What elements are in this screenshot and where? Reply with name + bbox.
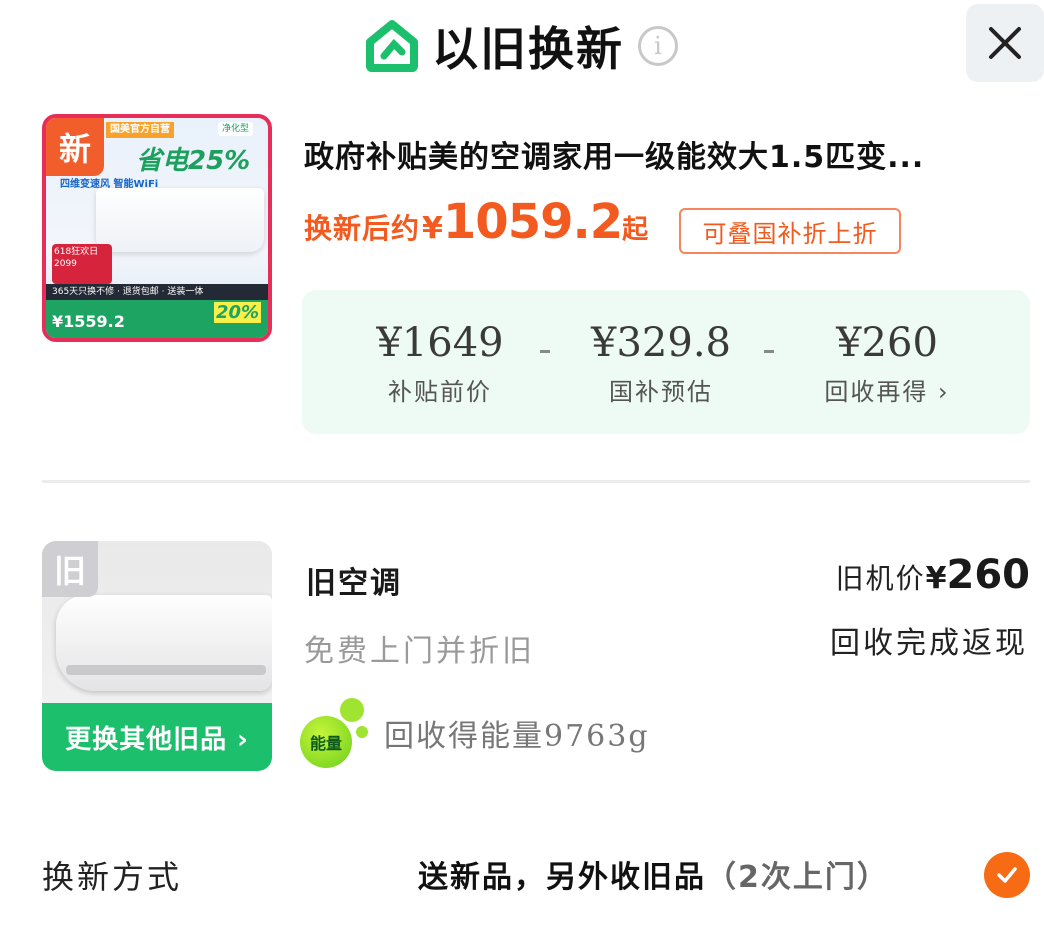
new-product-title[interactable]: 政府补贴美的空调家用一级能效大1.5匹变... [304, 132, 924, 176]
trade-in-price: 换新后约 ¥ 1059.2 起 [304, 194, 648, 254]
title-group: 以旧换新 i [364, 14, 678, 78]
recycle-item[interactable]: ¥260 回收再得 › [802, 320, 972, 407]
energy-bubble [356, 726, 368, 738]
new-product-image[interactable]: 新 国美官方自营 净化型 四维变速风 智能WiFi 省电25% 618狂欢日 2… [42, 114, 272, 342]
old-product-image[interactable]: 旧 更换其他旧品 › [42, 541, 272, 771]
price-currency: ¥ [422, 211, 443, 246]
old-price-label: 旧机价 [835, 562, 926, 595]
energy-icon: 能量 [300, 698, 368, 768]
recycle-value: ¥260 [836, 320, 938, 366]
before-price-item: ¥1649 补贴前价 [360, 320, 520, 407]
close-button[interactable] [966, 4, 1044, 82]
price-prefix: 换新后约 [304, 212, 421, 245]
image-price: ¥1559.2 [52, 312, 125, 331]
image-green-tag: 净化型 [218, 122, 254, 136]
image-top-tag: 国美官方自营 [106, 122, 174, 138]
image-percent: 20% [214, 302, 262, 323]
old-item-title: 旧空调 [306, 566, 402, 601]
old-item-price: 旧机价 ¥ 260 [836, 552, 1030, 598]
cashback-note: 回收完成返现 [830, 626, 1028, 661]
info-icon[interactable]: i [638, 26, 678, 66]
subsidy-label: 国补预估 [609, 378, 713, 406]
promo-price: 2099 [54, 259, 77, 269]
ac-unit-graphic [96, 188, 264, 252]
close-icon [989, 27, 1021, 59]
energy-text: 回收得能量9763g [384, 719, 650, 754]
checkmark-glyph [997, 867, 1017, 883]
energy-ball: 能量 [300, 716, 352, 768]
old-ac-graphic [56, 595, 272, 691]
recycle-label[interactable]: 回收再得 › [802, 372, 972, 407]
before-price-label: 补贴前价 [388, 378, 492, 406]
divider [42, 480, 1030, 483]
subsidy-item: ¥329.8 国补预估 [576, 320, 746, 407]
image-headline: 省电25% [136, 146, 251, 176]
header: 以旧换新 i [0, 0, 1044, 96]
old-badge: 旧 [42, 541, 98, 597]
subsidy-value: ¥329.8 [591, 320, 731, 366]
promo-label: 618狂欢日 [54, 247, 99, 257]
image-promo: 618狂欢日 2099 [52, 244, 112, 284]
method-option[interactable]: 送新品，另外收旧品（2次上门） [418, 852, 889, 896]
method-label: 换新方式 [42, 858, 183, 896]
check-icon[interactable] [984, 852, 1030, 898]
image-price-strip: ¥1559.2 20% [46, 300, 268, 338]
energy-bubble [340, 698, 364, 722]
method-value: 送新品，另外收旧品 [418, 860, 706, 895]
price-value: 1059.2 [442, 194, 623, 250]
old-price-value: 260 [946, 552, 1031, 598]
page-title: 以旧换新 [432, 22, 624, 76]
new-badge: 新 [46, 118, 104, 176]
home-logo-icon [366, 20, 418, 72]
old-price-currency: ¥ [925, 561, 947, 596]
energy-reward: 能量 回收得能量9763g [300, 698, 650, 768]
method-visits: （2次上门） [706, 860, 889, 895]
change-old-item-button[interactable]: 更换其他旧品 › [42, 703, 272, 771]
image-service-strip: 365天只换不修 · 退货包邮 · 送装一体 [46, 284, 268, 300]
price-breakdown: ¥1649 补贴前价 ¥329.8 国补预估 ¥260 回收再得 › [302, 290, 1030, 434]
price-suffix: 起 [622, 215, 649, 245]
before-price-value: ¥1649 [376, 320, 504, 366]
old-item-subtitle: 免费上门并折旧 [304, 634, 535, 669]
minus-sign [540, 350, 550, 353]
stack-discount-tag: 可叠国补折上折 [679, 208, 901, 254]
minus-sign [764, 350, 774, 353]
